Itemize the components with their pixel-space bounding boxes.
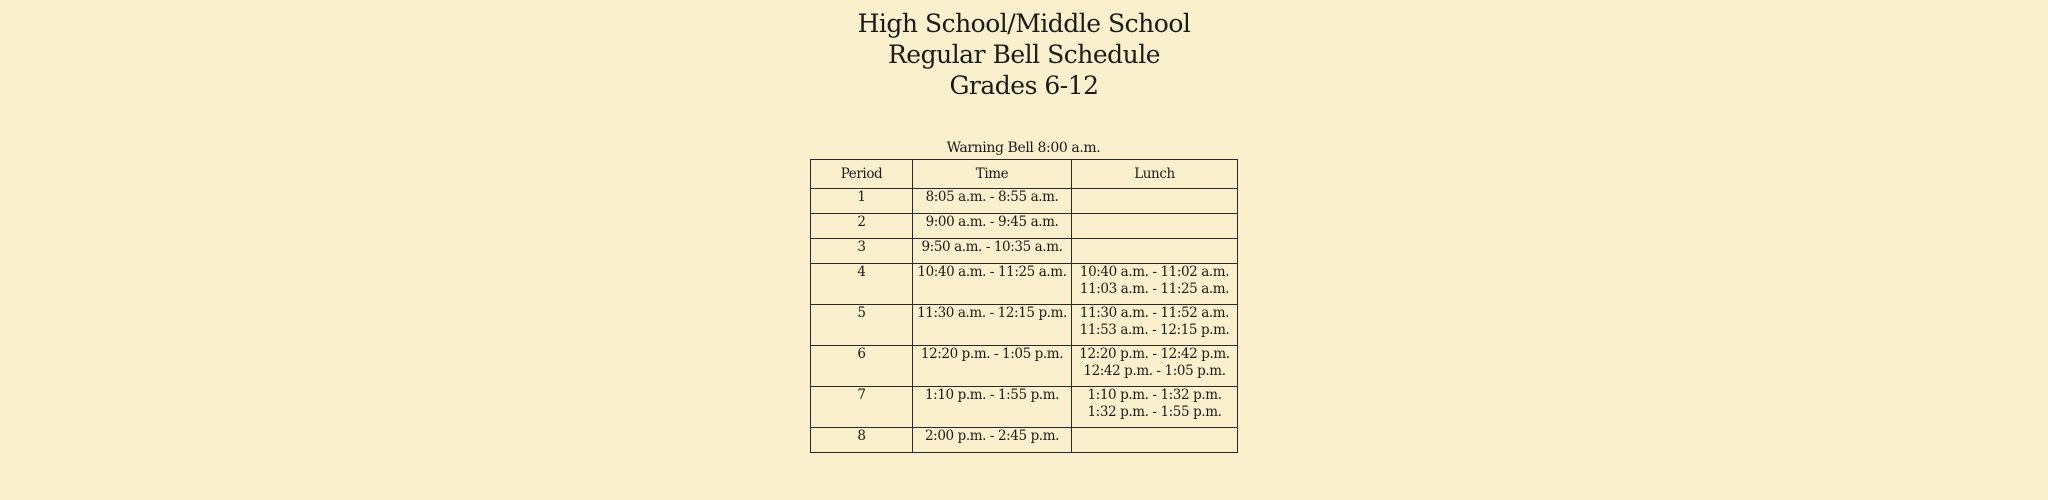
table-row: 4 10:40 a.m. - 11:25 a.m. 10:40 a.m. - 1…: [810, 263, 1238, 305]
column-header-period: Period: [810, 159, 913, 189]
table-row: 7 1:10 p.m. - 1:55 p.m. 1:10 p.m. - 1:32…: [810, 386, 1238, 428]
bell-schedule-table: Period Time Lunch 1 8:05 a.m. - 8:55 a.m…: [810, 159, 1238, 453]
title-line-2: Regular Bell Schedule: [887, 40, 1161, 69]
time-cell: 1:10 p.m. - 1:55 p.m.: [912, 386, 1072, 428]
time-cell: 12:20 p.m. - 1:05 p.m.: [912, 345, 1072, 387]
table-row: 1 8:05 a.m. - 8:55 a.m.: [810, 188, 1238, 214]
period-cell: 7: [810, 386, 913, 428]
lunch-cell: 12:20 p.m. - 12:42 p.m. 12:42 p.m. - 1:0…: [1071, 345, 1238, 387]
time-cell: 2:00 p.m. - 2:45 p.m.: [912, 427, 1072, 453]
period-cell: 5: [810, 304, 913, 346]
period-cell: 1: [810, 188, 913, 214]
table-row: 5 11:30 a.m. - 12:15 p.m. 11:30 a.m. - 1…: [810, 304, 1238, 346]
lunch-cell: 1:10 p.m. - 1:32 p.m. 1:32 p.m. - 1:55 p…: [1071, 386, 1238, 428]
period-cell: 4: [810, 263, 913, 305]
lunch-cell: [1071, 188, 1238, 214]
lunch-slot-second: 1:32 p.m. - 1:55 p.m.: [1087, 404, 1222, 420]
period-cell: 8: [810, 427, 913, 453]
title-line-1: High School/Middle School: [857, 9, 1191, 38]
time-cell: 9:00 a.m. - 9:45 a.m.: [912, 213, 1072, 239]
period-cell: 3: [810, 238, 913, 264]
table-row: 3 9:50 a.m. - 10:35 a.m.: [810, 238, 1238, 264]
time-cell: 11:30 a.m. - 12:15 p.m.: [912, 304, 1072, 346]
period-cell: 2: [810, 213, 913, 239]
lunch-cell: 10:40 a.m. - 11:02 a.m. 11:03 a.m. - 11:…: [1071, 263, 1238, 305]
period-cell: 6: [810, 345, 913, 387]
lunch-slot-second: 11:53 a.m. - 12:15 p.m.: [1079, 322, 1230, 338]
lunch-slot-first: 12:20 p.m. - 12:42 p.m.: [1079, 346, 1230, 362]
column-header-time: Time: [912, 159, 1072, 189]
lunch-cell: 11:30 a.m. - 11:52 a.m. 11:53 a.m. - 12:…: [1071, 304, 1238, 346]
lunch-slot-second: 12:42 p.m. - 1:05 p.m.: [1083, 363, 1226, 379]
title-line-3: Grades 6-12: [949, 71, 1099, 100]
table-row: 6 12:20 p.m. - 1:05 p.m. 12:20 p.m. - 12…: [810, 345, 1238, 387]
lunch-cell: [1071, 238, 1238, 264]
table-row: 2 9:00 a.m. - 9:45 a.m.: [810, 213, 1238, 239]
lunch-slot-first: 10:40 a.m. - 11:02 a.m.: [1079, 264, 1230, 280]
lunch-slot-second: 11:03 a.m. - 11:25 a.m.: [1079, 281, 1230, 297]
warning-bell-note: Warning Bell 8:00 a.m.: [946, 140, 1101, 156]
time-cell: 8:05 a.m. - 8:55 a.m.: [912, 188, 1072, 214]
time-cell: 9:50 a.m. - 10:35 a.m.: [912, 238, 1072, 264]
lunch-slot-first: 1:10 p.m. - 1:32 p.m.: [1087, 387, 1222, 403]
page-title: High School/Middle School Regular Bell S…: [0, 8, 2048, 101]
column-header-lunch: Lunch: [1071, 159, 1238, 189]
lunch-cell: [1071, 213, 1238, 239]
lunch-cell: [1071, 427, 1238, 453]
table-row: 8 2:00 p.m. - 2:45 p.m.: [810, 427, 1238, 453]
lunch-slot-first: 11:30 a.m. - 11:52 a.m.: [1079, 305, 1230, 321]
time-cell: 10:40 a.m. - 11:25 a.m.: [912, 263, 1072, 305]
table-header-row: Period Time Lunch: [810, 159, 1238, 189]
